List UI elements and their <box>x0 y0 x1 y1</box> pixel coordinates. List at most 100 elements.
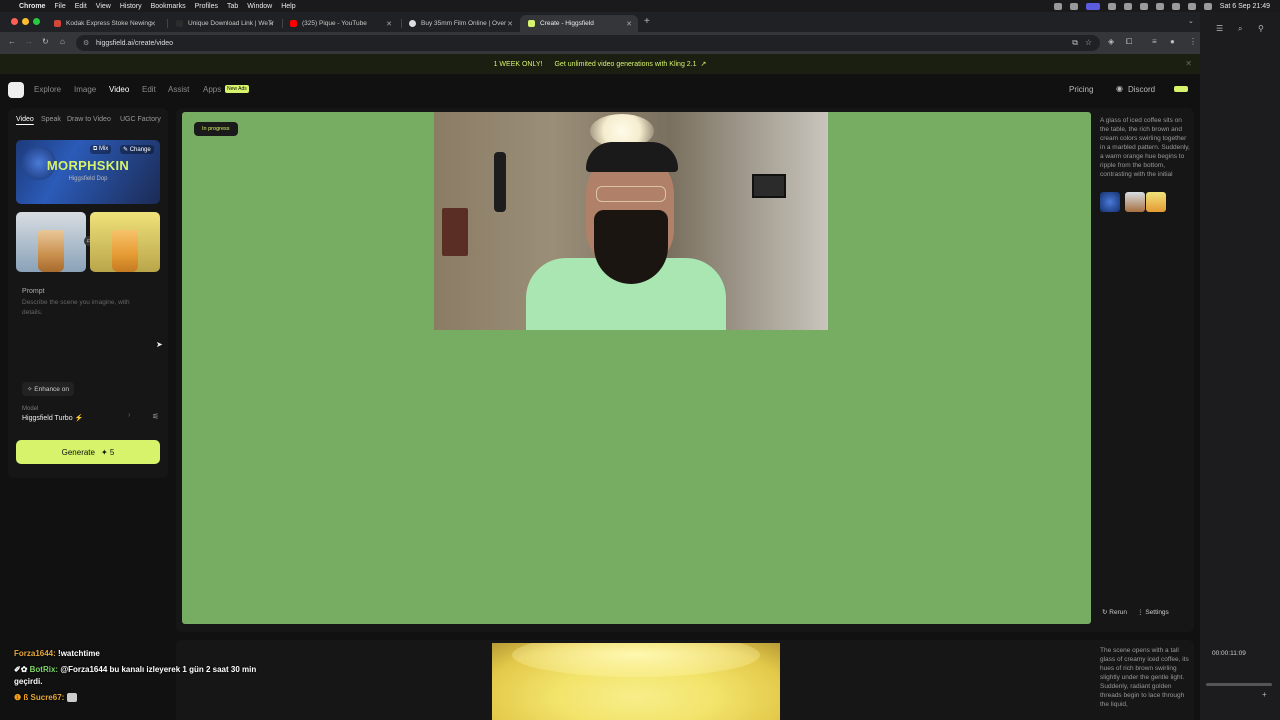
menu-history[interactable]: History <box>120 3 142 10</box>
higgsfield-logo[interactable] <box>8 82 24 98</box>
site-nav: Explore Image Video Edit Assist Apps New… <box>0 76 1200 104</box>
tray-icon[interactable] <box>1053 2 1062 10</box>
browser-toolbar: ← → ↻ ⌂ ⚙ higgsfield.ai/create/video ⧉ ☆… <box>0 32 1200 54</box>
nav-apps[interactable]: Apps <box>203 85 221 94</box>
chat-message: ✐✿ BotRix: @Forza1644 bu kanalı izleyere… <box>14 664 274 688</box>
change-chip[interactable]: ✎ Change <box>120 145 154 154</box>
screen-record-icon[interactable] <box>1085 2 1100 10</box>
timeline-scrubber[interactable] <box>1206 683 1272 686</box>
tab-draw-to-video[interactable]: Draw to Video <box>67 116 111 123</box>
close-tab-icon[interactable]: ✕ <box>626 20 632 28</box>
close-banner-icon[interactable]: ✕ <box>1185 59 1192 68</box>
tab-video[interactable]: Video <box>16 116 34 123</box>
prompt-description: A glass of iced coffee sits on the table… <box>1100 117 1190 178</box>
person-glasses <box>596 186 666 202</box>
nav-assist[interactable]: Assist <box>168 85 189 94</box>
tray-icon[interactable] <box>1123 2 1132 10</box>
menu-profiles[interactable]: Profiles <box>195 3 218 10</box>
menu-edit[interactable]: Edit <box>75 3 87 10</box>
extension-shield-icon[interactable]: ◈ <box>1108 37 1114 46</box>
maximize-window-button[interactable] <box>33 18 40 25</box>
nav-discord[interactable]: Discord <box>1128 85 1155 94</box>
rerun-button[interactable]: ↻ Rerun <box>1102 608 1127 616</box>
close-tab-icon[interactable]: ✕ <box>386 20 392 28</box>
credit-cost: ✦ 5 <box>100 447 115 457</box>
menu-file[interactable]: File <box>54 3 65 10</box>
tab-film[interactable]: Buy 35mm Film Online | Over ✕ <box>401 15 519 32</box>
search-icon[interactable] <box>1187 2 1196 10</box>
settings-button[interactable]: ⋮ Settings <box>1137 608 1169 616</box>
discord-icon: ◉ <box>1116 84 1123 93</box>
menu-help[interactable]: Help <box>281 3 295 10</box>
mix-chip[interactable]: ⧉ Mix <box>90 145 112 154</box>
nav-image[interactable]: Image <box>74 85 96 94</box>
reload-icon[interactable]: ↻ <box>42 37 49 46</box>
film-shop-icon <box>409 20 416 27</box>
volume-icon[interactable] <box>1139 2 1148 10</box>
video-preview[interactable]: In progress <box>182 112 1091 624</box>
tab-kodak[interactable]: Kodak Express Stoke Newing ✕ <box>46 15 162 32</box>
tray-icon[interactable] <box>1107 2 1116 10</box>
tab-speak[interactable]: Speak <box>41 116 61 123</box>
bookmark-star-icon[interactable]: ☆ <box>1085 38 1092 47</box>
tray-icon[interactable] <box>1069 2 1078 10</box>
bluetooth-icon[interactable] <box>1155 2 1164 10</box>
close-tab-icon[interactable]: ✕ <box>268 20 274 28</box>
close-tab-icon[interactable]: ✕ <box>507 20 513 28</box>
video-preview[interactable] <box>492 643 780 720</box>
extensions-icon[interactable]: ⧠ <box>1126 37 1132 47</box>
back-icon[interactable]: ← <box>8 37 16 46</box>
install-app-icon[interactable]: ⧉ <box>1072 38 1078 48</box>
credits-badge[interactable] <box>1174 86 1188 92</box>
menu-bookmarks[interactable]: Bookmarks <box>151 3 186 10</box>
start-frame-mini-thumbnail[interactable] <box>1125 192 1145 212</box>
close-tab-icon[interactable]: ✕ <box>150 20 156 28</box>
tab-youtube[interactable]: (325) Pique - YouTube ✕ <box>282 15 398 32</box>
preset-card[interactable]: ⧉ Mix ✎ Change MORPHSKIN Higgsfield Dop <box>16 140 160 204</box>
search-icon[interactable]: ⌕ <box>1238 24 1242 34</box>
promo-banner[interactable]: 1 WEEK ONLY! Get unlimited video generat… <box>0 54 1200 74</box>
tab-higgsfield[interactable]: Create - Higgsfield ✕ <box>520 15 638 32</box>
media-controls-icon[interactable]: ≡ <box>1152 37 1157 46</box>
wall-object <box>494 152 506 212</box>
minimize-window-button[interactable] <box>22 18 29 25</box>
add-icon[interactable]: + <box>1262 690 1267 699</box>
enhance-toggle[interactable]: ✧ Enhance on <box>22 382 74 396</box>
tab-search-icon[interactable]: ⌄ <box>1188 17 1194 25</box>
new-tab-icon[interactable]: + <box>644 16 650 27</box>
generate-button[interactable]: Generate ✦ 5 <box>16 440 160 464</box>
wifi-icon[interactable] <box>1171 2 1180 10</box>
tab-title: Buy 35mm Film Online | Over <box>421 20 507 27</box>
address-bar[interactable]: ⚙ higgsfield.ai/create/video ⧉ ☆ <box>76 35 1100 51</box>
filter-icon[interactable]: ⚲ <box>1258 24 1264 33</box>
close-window-button[interactable] <box>11 18 18 25</box>
nav-edit[interactable]: Edit <box>142 85 156 94</box>
preset-mini-thumbnail[interactable] <box>1100 192 1120 212</box>
sidebar-toggle-icon[interactable]: ☰ <box>1216 24 1223 33</box>
status-badge: In progress <box>194 122 238 136</box>
nav-pricing[interactable]: Pricing <box>1069 85 1093 94</box>
prompt-field[interactable]: Prompt Describe the scene you imagine, w… <box>16 282 160 354</box>
menu-app-name[interactable]: Chrome <box>19 3 45 10</box>
control-center-icon[interactable] <box>1203 2 1212 10</box>
end-frame-thumbnail[interactable] <box>90 212 160 272</box>
start-frame-thumbnail[interactable] <box>16 212 86 272</box>
menu-tab[interactable]: Tab <box>227 3 238 10</box>
tab-ugc-factory[interactable]: UGC Factory <box>120 116 161 123</box>
forward-icon[interactable]: → <box>25 37 33 46</box>
tab-wetransfer[interactable]: Unique Download Link | WeTr ✕ <box>168 15 280 32</box>
end-frame-mini-thumbnail[interactable] <box>1146 192 1166 212</box>
menu-view[interactable]: View <box>96 3 111 10</box>
change-label: Change <box>129 147 151 153</box>
nav-explore[interactable]: Explore <box>34 85 61 94</box>
profile-avatar-icon[interactable]: ● <box>1170 37 1175 46</box>
home-icon[interactable]: ⌂ <box>60 37 65 46</box>
chat-text: !watchtime <box>58 649 100 658</box>
nav-video[interactable]: Video <box>109 85 129 94</box>
menubar-clock[interactable]: Sat 6 Sep 21:49 <box>1220 3 1270 10</box>
model-selector[interactable]: Model Higgsfield Turbo ⚡ › ⚟ <box>16 406 160 430</box>
menu-window[interactable]: Window <box>247 3 272 10</box>
site-info-icon[interactable]: ⚙ <box>83 39 89 47</box>
chrome-menu-icon[interactable]: ⋮ <box>1189 37 1197 46</box>
settings-sliders-icon[interactable]: ⚟ <box>152 412 159 421</box>
